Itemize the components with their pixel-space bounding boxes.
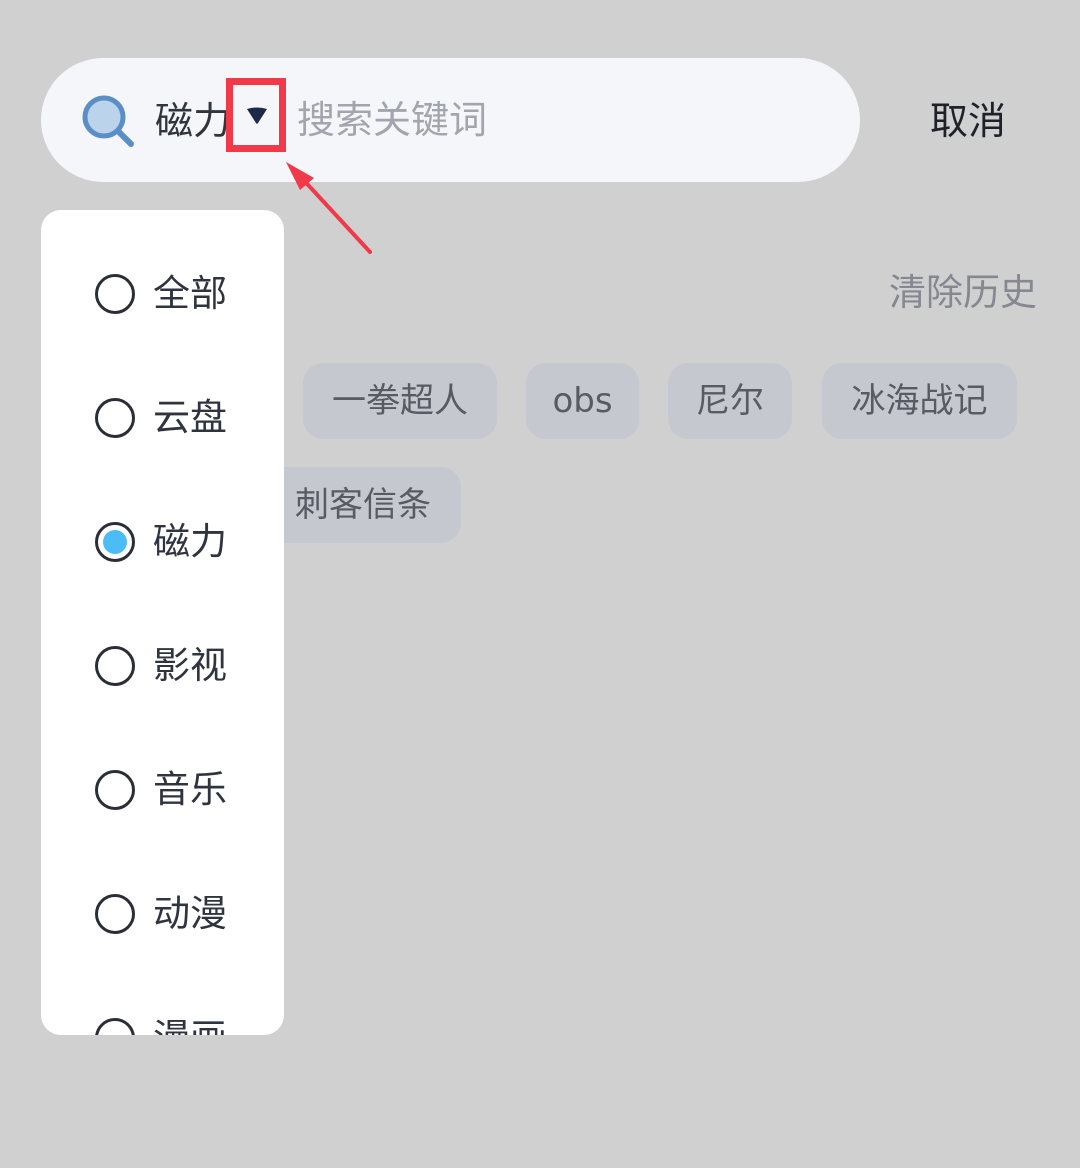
history-tag[interactable]: obs [526,363,639,439]
dropdown-option-cloud[interactable]: 云盘 [95,388,275,448]
dropdown-option-label: 全部 [153,272,227,315]
dropdown-option-label: 音乐 [153,768,227,811]
dropdown-option-label: 影视 [153,644,227,687]
search-scope-label[interactable]: 磁力 [155,93,231,149]
radio-button[interactable] [95,1018,135,1035]
history-tag[interactable]: 冰海战记 [822,363,1017,439]
dropdown-option-magnet[interactable]: 磁力 [95,512,275,572]
radio-button[interactable] [95,522,135,562]
dropdown-option-music[interactable]: 音乐 [95,760,275,820]
dropdown-option-all[interactable]: 全部 [95,264,275,324]
radio-button[interactable] [95,770,135,810]
dropdown-option-label: 动漫 [153,892,227,935]
dropdown-option-label: 磁力 [153,520,227,563]
history-tag[interactable]: 一拳超人 [303,363,497,439]
dropdown-option-video[interactable]: 影视 [95,636,275,696]
search-icon[interactable] [80,93,136,149]
radio-button[interactable] [95,894,135,934]
search-input[interactable] [297,88,827,152]
arrow-pointer-icon [286,162,372,254]
dropdown-option-label: 云盘 [153,396,227,439]
dropdown-option-label: 漫画 [153,1008,227,1035]
radio-button[interactable] [95,646,135,686]
caret-down-icon [247,107,267,124]
history-tag[interactable]: 尼尔 [668,363,792,439]
scope-dropdown-menu: 全部 云盘 磁力 影视 音乐 动漫 漫画 [41,210,284,1035]
scope-dropdown-toggle[interactable] [226,78,286,152]
clear-history-button[interactable]: 清除历史 [878,263,1048,323]
radio-button[interactable] [95,274,135,314]
cancel-button[interactable]: 取消 [908,90,1028,152]
dropdown-option-anime[interactable]: 动漫 [95,884,275,944]
radio-button[interactable] [95,398,135,438]
dropdown-option-comic[interactable]: 漫画 [95,1008,275,1035]
